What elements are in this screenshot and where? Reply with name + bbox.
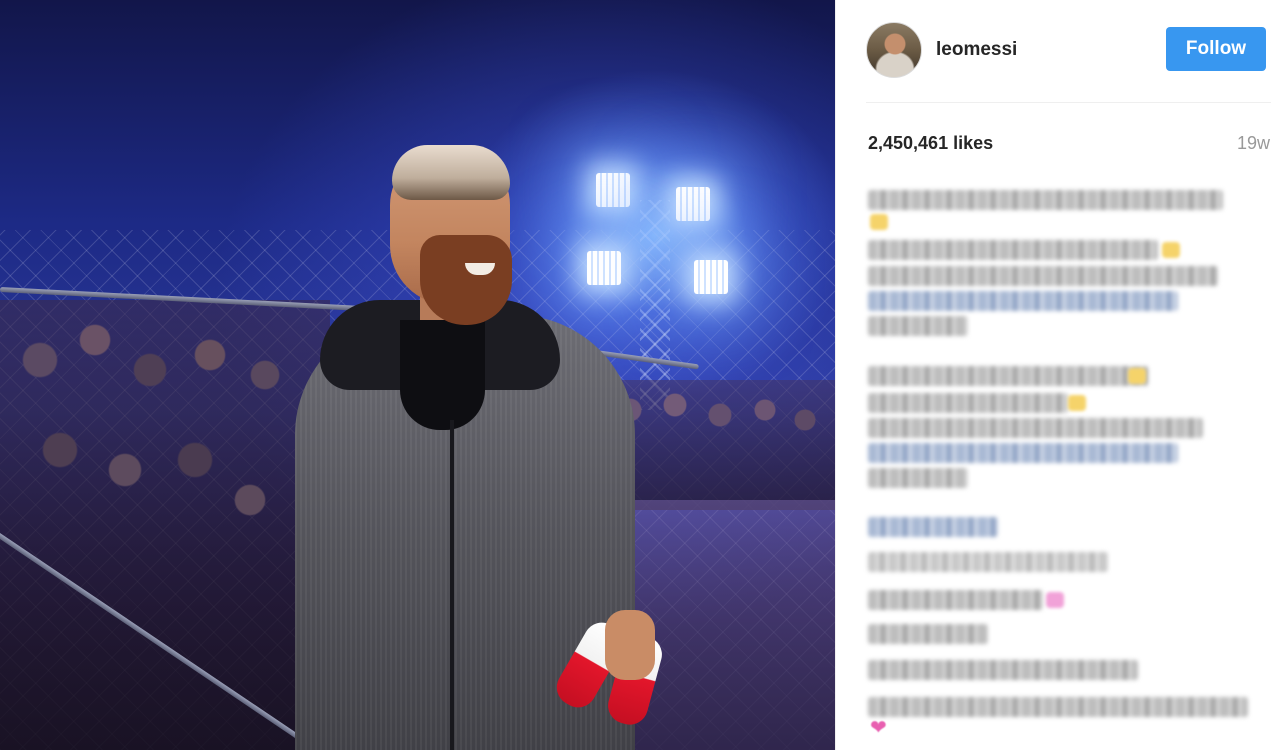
blurred-emoji: [1162, 242, 1180, 258]
blurred-caption-line: [868, 468, 968, 488]
blurred-caption-line: [868, 418, 1203, 438]
stadium-light: [694, 260, 728, 294]
instagram-post: leomessi Follow 2,450,461 likes 19w ❤: [0, 0, 1280, 750]
post-photo[interactable]: [0, 0, 835, 750]
avatar[interactable]: [866, 22, 922, 78]
stadium-light: [676, 187, 710, 221]
hair: [392, 145, 510, 200]
likes-count[interactable]: 2,450,461 likes: [868, 133, 993, 154]
blurred-load-more[interactable]: [868, 552, 1108, 572]
post-side-panel: leomessi Follow 2,450,461 likes 19w: [835, 0, 1280, 750]
zipper: [450, 420, 454, 750]
username-link[interactable]: leomessi: [936, 39, 1017, 61]
post-time[interactable]: 19w: [1237, 133, 1270, 154]
player-figure: [280, 140, 666, 750]
blurred-comment: [868, 660, 1138, 680]
blurred-emoji: [1046, 592, 1064, 608]
blurred-comment: [868, 624, 988, 644]
blurred-comment: [868, 590, 1043, 610]
blurred-caption-line: [868, 366, 1148, 386]
blurred-emoji: [1068, 395, 1086, 411]
blurred-caption-line: [868, 316, 968, 336]
blurred-caption-line: [868, 393, 1068, 413]
blurred-caption-line: [868, 190, 1223, 210]
beard: [420, 235, 512, 325]
follow-button[interactable]: Follow: [1166, 27, 1266, 71]
shirt: [400, 320, 485, 430]
blurred-hashtags[interactable]: [868, 443, 1178, 463]
header-divider: [866, 102, 1271, 103]
blurred-view-comments[interactable]: [868, 517, 998, 537]
blurred-emoji: [1128, 368, 1146, 384]
blurred-emoji: [870, 214, 888, 230]
hand: [605, 610, 655, 680]
blurred-caption-line: [868, 240, 1158, 260]
blurred-hashtags[interactable]: [868, 291, 1178, 311]
blurred-comment: [868, 697, 1248, 717]
blurred-caption-line: [868, 266, 1218, 286]
post-header: leomessi Follow: [866, 20, 1276, 80]
heart-emoji-icon: ❤: [870, 717, 887, 739]
